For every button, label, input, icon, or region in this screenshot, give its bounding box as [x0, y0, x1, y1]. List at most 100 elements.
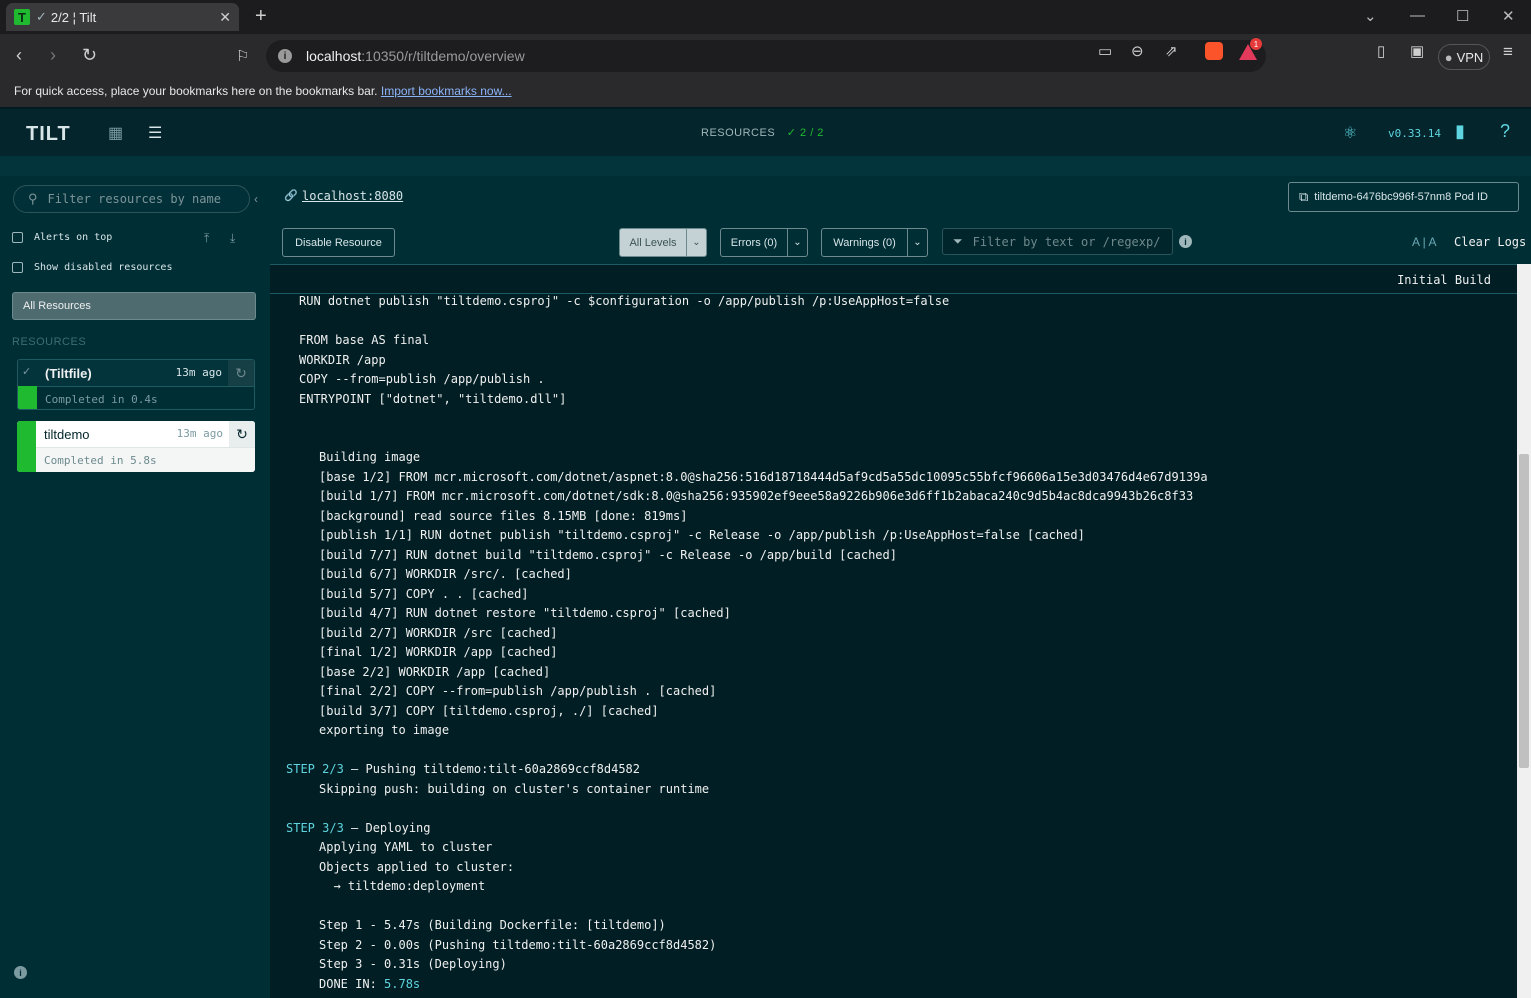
- log-text: [final 2/2] COPY --from=publish /app/pub…: [319, 684, 717, 698]
- font-size-control[interactable]: A | A: [1412, 235, 1436, 249]
- resource-status-bar: ✓: [18, 360, 37, 409]
- endpoint-link[interactable]: localhost:8080: [302, 189, 403, 203]
- back-button[interactable]: ‹: [16, 45, 22, 66]
- log-line: Step 3 - 0.31s (Deploying): [286, 955, 1506, 975]
- url-host: localhost: [306, 48, 362, 64]
- filter-icon: ⏷: [953, 234, 963, 248]
- log-filter[interactable]: ⏷: [942, 228, 1173, 255]
- minimize-button[interactable]: —: [1410, 7, 1425, 24]
- sidebar-toggle-icon[interactable]: ▯: [1377, 42, 1385, 60]
- all-resources-button[interactable]: All Resources: [12, 292, 256, 320]
- address-bar[interactable]: i localhost:10350/r/tiltdemo/overview: [266, 40, 1266, 72]
- log-line: STEP 2/3 — Pushing tiltdemo:tilt-60a2869…: [286, 760, 1506, 780]
- bookmark-icon[interactable]: ⚐: [236, 47, 249, 65]
- log-text: [build 7/7] RUN dotnet build "tiltdemo.c…: [319, 547, 897, 562]
- close-tab-icon[interactable]: ✕: [219, 9, 231, 26]
- log-text: WORKDIR /app: [299, 352, 386, 367]
- docs-icon[interactable]: ▮: [1455, 121, 1465, 142]
- resources-label: RESOURCES: [701, 127, 776, 139]
- trigger-update-icon[interactable]: ↻: [228, 360, 254, 386]
- check-icon: ✓: [22, 366, 32, 378]
- resource-build-status: Completed in 0.4s: [37, 386, 254, 409]
- log-text: [final 1/2] WORKDIR /app [cached]: [319, 645, 558, 659]
- tab-search-icon[interactable]: ⌄: [1364, 7, 1377, 25]
- warnings-button[interactable]: Warnings (0): [821, 228, 908, 257]
- pod-id-label: tiltdemo-6476bc996f-57nm8 Pod ID: [1314, 191, 1488, 203]
- resource-filter[interactable]: ⚲: [13, 185, 250, 213]
- chevron-down-icon[interactable]: ⌄: [907, 228, 928, 257]
- trigger-update-icon[interactable]: ↻: [229, 421, 255, 447]
- log-line: Building image: [286, 448, 1506, 468]
- header-strip: [0, 156, 1531, 176]
- resource-filter-input[interactable]: [47, 192, 228, 206]
- log-text: [base 2/2] WORKDIR /app [cached]: [319, 664, 551, 679]
- resource-card-tiltfile[interactable]: ✓ (Tiltfile) 13m ago ↻ Completed in 0.4s: [17, 359, 255, 410]
- browser-tab[interactable]: T ✓ 2/2 ¦ Tilt ✕: [6, 3, 239, 31]
- new-tab-button[interactable]: +: [255, 5, 267, 28]
- log-line: [build 5/7] COPY . . [cached]: [286, 585, 1506, 605]
- wallet-icon[interactable]: ▣: [1410, 42, 1424, 60]
- step-label: STEP 2/3: [286, 762, 344, 776]
- cluster-icon[interactable]: ⚛: [1343, 123, 1357, 143]
- log-text: [build 3/7] COPY [tiltdemo.csproj, ./] […: [319, 703, 659, 718]
- collapse-sidebar-icon[interactable]: ‹: [254, 192, 258, 206]
- log-text: [build 4/7] RUN dotnet restore "tiltdemo…: [319, 606, 731, 620]
- chevron-down-icon[interactable]: ⌄: [686, 228, 707, 257]
- zoom-icon[interactable]: ⊖: [1131, 42, 1144, 60]
- site-info-icon[interactable]: i: [278, 49, 292, 63]
- log-text: Step 2 - 0.00s (Pushing tiltdemo:tilt-60…: [319, 937, 717, 952]
- chevron-down-icon[interactable]: ⌄: [787, 228, 808, 257]
- url-path: :10350/r/tiltdemo/overview: [361, 48, 525, 64]
- info-icon[interactable]: i: [1179, 235, 1192, 248]
- close-window-button[interactable]: ✕: [1502, 7, 1515, 25]
- resource-sidebar: ⚲ ‹ Alerts on top ⤒ ⤓ Show disabled reso…: [0, 176, 270, 998]
- copy-pod-id-button[interactable]: ⧉ tiltdemo-6476bc996f-57nm8 Pod ID: [1288, 182, 1519, 212]
- resource-time: 13m ago: [175, 366, 222, 379]
- all-levels-button[interactable]: All Levels: [619, 228, 687, 257]
- brave-shields-icon[interactable]: [1205, 42, 1223, 60]
- log-line: Step 2 - 0.00s (Pushing tiltdemo:tilt-60…: [286, 936, 1506, 956]
- maximize-button[interactable]: ☐: [1456, 7, 1469, 25]
- log-line: Applying YAML to cluster: [286, 838, 1506, 858]
- expand-all-icon[interactable]: ⤒: [204, 231, 209, 246]
- resource-card-tiltdemo[interactable]: tiltdemo 13m ago ↻ Completed in 5.8s: [17, 421, 255, 472]
- log-text: RUN dotnet publish "tiltdemo.csproj" -c …: [299, 294, 950, 308]
- log-text: — Pushing tiltdemo:tilt-60a2869ccf8d4582: [343, 762, 641, 776]
- errors-button[interactable]: Errors (0): [720, 228, 788, 257]
- log-text: Skipping push: building on cluster's con…: [319, 781, 710, 796]
- disable-resource-button[interactable]: Disable Resource: [282, 228, 395, 257]
- log-text: [build 2/7] WORKDIR /src [cached]: [319, 625, 558, 640]
- import-bookmarks-link[interactable]: Import bookmarks now...: [381, 84, 512, 98]
- log-line: STEP 3/3 — Deploying: [286, 819, 1506, 839]
- alerts-on-top-checkbox[interactable]: [12, 232, 23, 243]
- log-filter-input[interactable]: [972, 234, 1163, 249]
- help-icon[interactable]: ?: [1500, 121, 1510, 142]
- tilt-logo[interactable]: TILT: [26, 123, 71, 146]
- log-text: [background] read source files 8.15MB [d…: [319, 508, 688, 523]
- log-text: ENTRYPOINT ["dotnet", "tiltdemo.dll"]: [299, 391, 567, 406]
- grid-view-icon[interactable]: ▦: [108, 123, 123, 143]
- vpn-button[interactable]: ● VPN: [1438, 44, 1490, 70]
- reload-button[interactable]: ↻: [82, 45, 97, 66]
- cast-icon[interactable]: ▭: [1098, 42, 1112, 60]
- clear-logs-button[interactable]: Clear Logs: [1454, 235, 1526, 249]
- search-icon: ⚲: [28, 191, 38, 206]
- collapse-all-icon[interactable]: ⤓: [230, 231, 235, 246]
- alerts-on-top-option[interactable]: Alerts on top: [12, 232, 112, 243]
- scrollbar-thumb[interactable]: [1519, 454, 1529, 768]
- info-icon[interactable]: i: [14, 966, 27, 979]
- list-view-icon[interactable]: ☰: [148, 123, 162, 143]
- tab-title: 2/2 ¦ Tilt: [50, 9, 97, 25]
- show-disabled-checkbox[interactable]: [12, 262, 23, 273]
- share-icon[interactable]: ⇗: [1165, 42, 1178, 60]
- tilt-header: TILT ▦ ☰ RESOURCES ✓ 2 / 2 ⚛ v0.33.14 ▮ …: [0, 109, 1531, 156]
- menu-icon[interactable]: ≡: [1503, 42, 1513, 62]
- forward-button[interactable]: ›: [50, 45, 56, 66]
- version-label[interactable]: v0.33.14: [1388, 127, 1441, 140]
- status-indicator: [17, 421, 36, 472]
- log-text: COPY --from=publish /app/publish .: [299, 372, 545, 386]
- log-line: RUN dotnet publish "tiltdemo.csproj" -c …: [286, 292, 1506, 312]
- show-disabled-option[interactable]: Show disabled resources: [12, 262, 172, 273]
